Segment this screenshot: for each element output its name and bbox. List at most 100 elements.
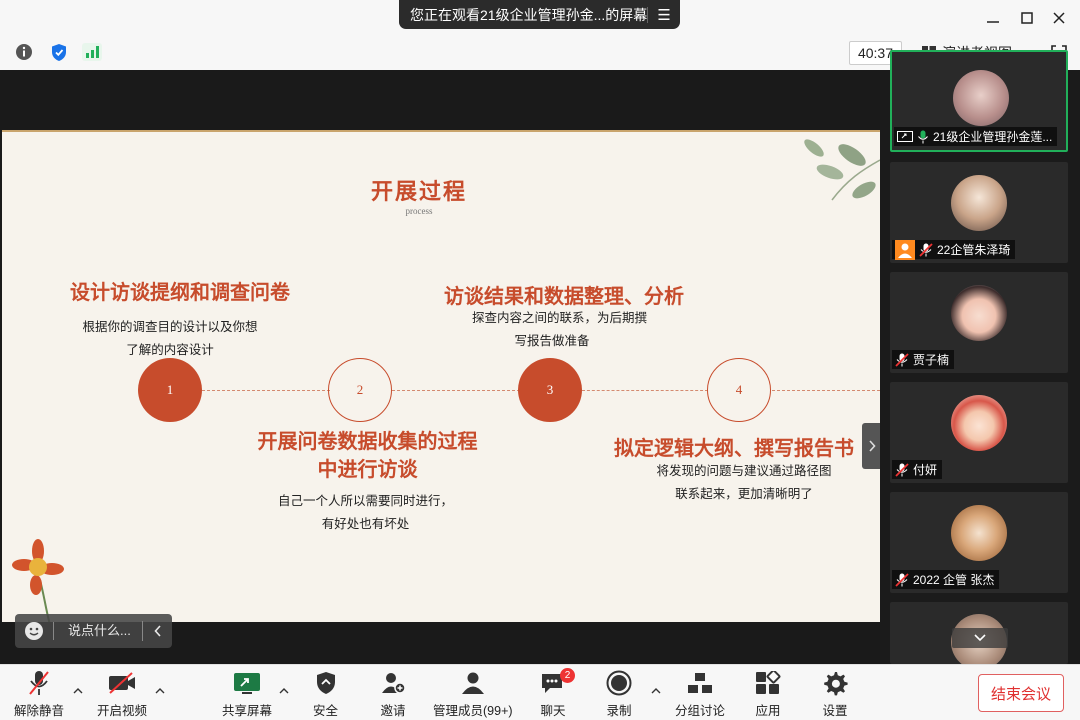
avatar [951,285,1007,341]
settings-label: 设置 [822,704,848,718]
invite-label: 邀请 [380,704,406,718]
unmute-button[interactable]: 解除静音 [14,669,64,719]
chevron-right-icon [869,440,876,452]
security-button[interactable]: 安全 [313,669,338,719]
emoji-icon[interactable] [15,621,53,641]
participant-nametag: 付妍 [892,460,943,479]
microphone-muted-icon [895,572,909,587]
slide-subtitle: process [405,206,433,216]
participant-tile[interactable]: 贾子楠 [890,272,1068,373]
record-options-caret[interactable] [650,685,662,697]
scroll-down-button[interactable] [952,628,1008,648]
participant-name: 2022 企管 张杰 [913,573,995,587]
share-screen-button[interactable]: 共享屏幕 [222,669,272,719]
step-1-heading: 设计访谈提纲和调查问卷 [70,282,290,304]
chat-icon: 2 [540,668,575,697]
collapse-chat-button[interactable] [142,621,172,641]
participants-icon [460,669,486,697]
start-video-label: 开启视频 [97,704,148,718]
video-options-caret[interactable] [154,685,166,697]
add-user-icon [380,669,406,697]
share-banner-text: 您正在观看21级企业管理孙金...的屏幕 [410,6,648,23]
participant-name: 21级企业管理孙金莲... [933,130,1053,144]
participant-tile[interactable]: 22企管朱泽琦 [890,162,1068,263]
slide-title: 开展过程 [370,179,467,204]
chat-input-overlay[interactable]: 说点什么... [15,614,172,648]
user-icon [895,239,915,260]
start-video-button[interactable]: 开启视频 [97,669,147,719]
step-3-heading: 访谈结果和数据整理、分析 [444,286,684,308]
step-2-heading: 开展问卷数据收集的过程 中进行访谈 [245,428,490,484]
participant-nametag: 2022 企管 张杰 [892,570,1000,589]
meeting-toolbar: 解除静音 开启视频 共享屏幕 安全 邀请 管理成员(99+) 2 聊天 录制 分… [0,664,1080,720]
chat-badge: 2 [560,668,575,683]
gear-icon [822,669,848,697]
avatar [951,505,1007,561]
timeline-connector [202,390,330,391]
step-1-description: 根据你的调查目的设计以及你想 了解的内容设计 [80,316,260,362]
apps-label: 应用 [755,704,781,718]
step-4-description: 将发现的问题与建议通过路径图 联系起来，更加清晰明了 [654,460,834,506]
step-4-desc-line1: 将发现的问题与建议通过路径图 [656,464,832,478]
record-icon [606,669,632,697]
breakout-rooms-icon [687,669,713,697]
participant-nametag: 贾子楠 [892,350,955,369]
chevron-left-icon [153,625,161,637]
slide-top-border [2,130,880,132]
end-meeting-button[interactable]: 结束会议 [978,674,1064,712]
shield-icon[interactable] [48,41,70,63]
step-3-description: 探查内容之间的联系，为后期撰 写报告做准备 [472,307,648,353]
video-off-icon [107,669,137,697]
chat-button[interactable]: 2 聊天 [540,668,575,719]
gallery-toggle-button[interactable] [862,423,882,469]
signal-strength-icon[interactable] [81,41,103,63]
participant-tile[interactable]: 2022 企管 张杰 [890,492,1068,593]
audio-options-caret[interactable] [72,685,84,697]
step-3-circle: 3 [518,358,582,422]
step-3-desc-line2: 写报告做准备 [514,334,590,348]
apps-button[interactable]: 应用 [755,669,781,719]
settings-button[interactable]: 设置 [822,669,848,719]
participant-tile[interactable]: 付妍 [890,382,1068,483]
record-button[interactable]: 录制 [606,669,632,719]
maximize-button[interactable] [1015,6,1039,30]
avatar [953,70,1009,126]
screen-share-banner[interactable]: 您正在观看21级企业管理孙金...的屏幕 ☰ [399,0,680,29]
avatar [951,175,1007,231]
close-button[interactable] [1047,6,1071,30]
step-2-desc-line2: 有好处也有坏处 [321,517,410,531]
participant-tile[interactable]: 21级企业管理孙金莲... [890,50,1068,152]
participant-tile[interactable] [890,602,1068,664]
share-options-caret[interactable] [278,685,290,697]
step-3-desc-line1: 探查内容之间的联系，为后期撰 [472,311,648,325]
participants-button[interactable]: 管理成员(99+) [433,669,513,719]
step-4-desc-line2: 联系起来，更加清晰明了 [675,487,813,501]
title-bar: 您正在观看21级企业管理孙金...的屏幕 ☰ [0,0,1080,35]
minimize-button[interactable] [981,6,1005,30]
timeline-connector [772,390,880,391]
breakout-rooms-button[interactable]: 分组讨论 [675,669,725,719]
info-icon[interactable] [13,41,35,63]
microphone-icon [918,130,928,143]
participant-name: 付妍 [913,463,938,477]
share-screen-label: 共享屏幕 [222,704,273,718]
screen-share-icon [897,130,913,142]
microphone-muted-icon [919,242,933,257]
participant-name: 22企管朱泽琦 [937,243,1011,257]
shield-icon [315,669,337,697]
unmute-label: 解除静音 [14,704,65,718]
participant-nametag: 21级企业管理孙金莲... [894,127,1058,146]
invite-button[interactable]: 邀请 [380,669,406,719]
participant-name: 贾子楠 [913,353,950,367]
record-label: 录制 [606,704,632,718]
step-2-desc-line1: 自己一个人所以需要同时进行， [277,494,453,508]
step-1-desc-line1: 根据你的调查目的设计以及你想 [82,320,258,334]
chat-input[interactable]: 说点什么... [53,622,142,640]
participants-label: 管理成员(99+) [433,704,513,718]
menu-icon[interactable]: ☰ [648,6,680,24]
breakout-rooms-label: 分组讨论 [675,704,726,718]
step-2-description: 自己一个人所以需要同时进行， 有好处也有坏处 [273,490,458,536]
shared-screen-area: 开展过程 process 设计访谈提纲和调查问卷 根据你的调查目的设计以及你想 … [0,70,890,664]
security-label: 安全 [313,704,339,718]
step-2-heading-line1: 开展问卷数据收集的过程 [257,431,478,453]
